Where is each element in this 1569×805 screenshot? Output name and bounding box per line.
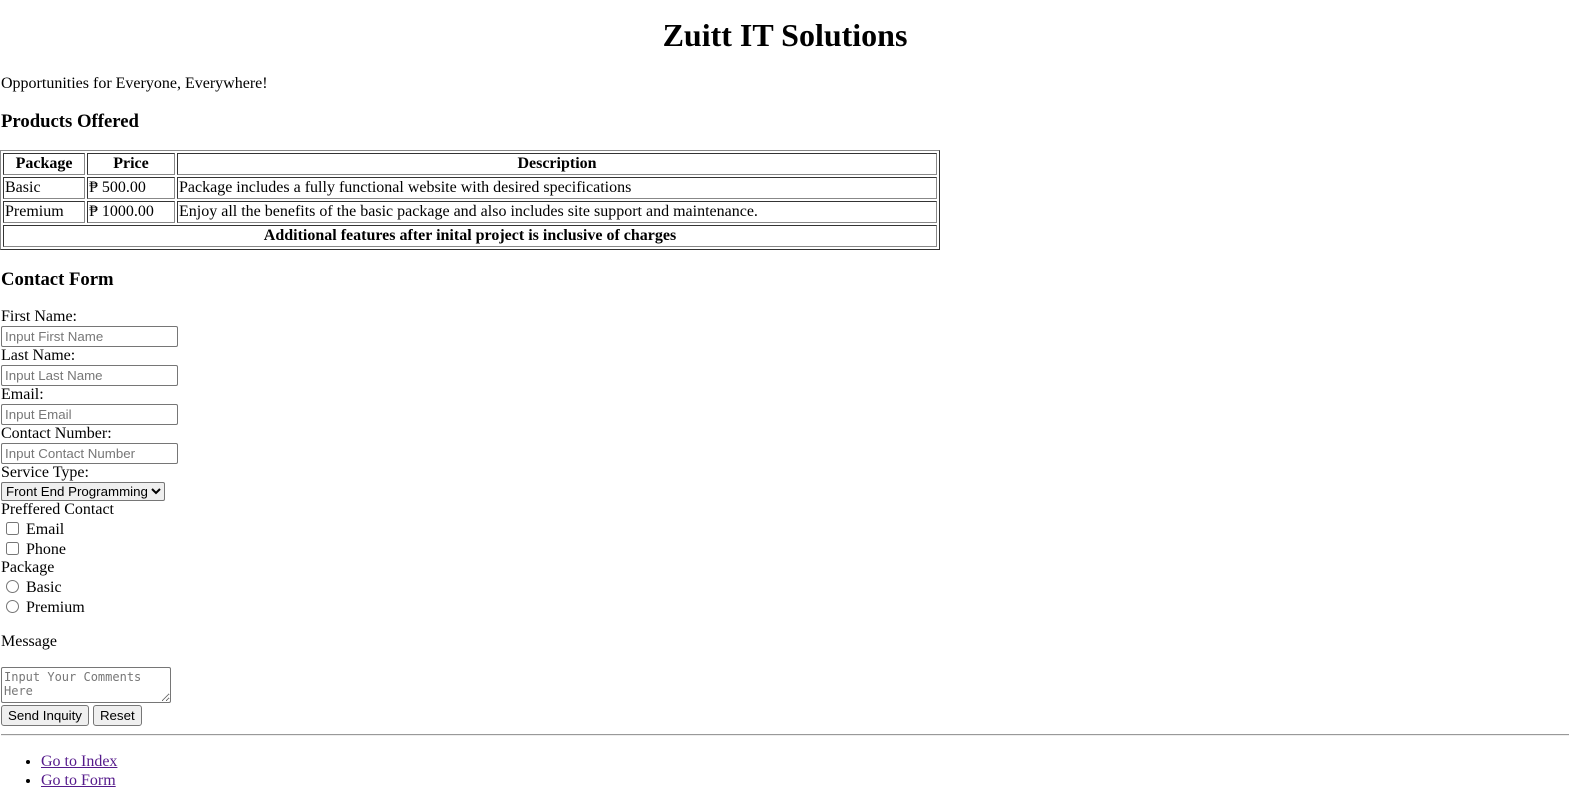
phone-checkbox[interactable] bbox=[6, 542, 19, 555]
contact-number-input[interactable] bbox=[1, 443, 178, 464]
contact-number-label: Contact Number: bbox=[1, 425, 112, 442]
go-to-index-link[interactable]: Go to Index bbox=[41, 753, 117, 770]
service-type-select[interactable]: Front End Programming bbox=[1, 482, 165, 501]
message-label: Message bbox=[1, 633, 57, 650]
table-footer: Additional features after inital project… bbox=[3, 225, 937, 247]
contact-form-heading: Contact Form bbox=[1, 269, 114, 290]
email-input[interactable] bbox=[1, 404, 178, 425]
table-cell: Enjoy all the benefits of the basic pack… bbox=[177, 201, 937, 223]
last-name-label: Last Name: bbox=[1, 347, 76, 364]
last-name-input[interactable] bbox=[1, 365, 178, 386]
column-header: Price bbox=[87, 153, 175, 175]
table-cell: Premium bbox=[3, 201, 85, 223]
nav-links: Go to Index Go to Form bbox=[1, 752, 1569, 790]
basic-radio-label: Basic bbox=[26, 579, 62, 596]
service-type-label: Service Type: bbox=[1, 464, 89, 481]
message-textarea[interactable] bbox=[1, 667, 171, 703]
products-heading: Products Offered bbox=[1, 111, 139, 132]
reset-button[interactable]: Reset bbox=[92, 705, 142, 726]
list-item: Go to Form bbox=[41, 771, 1569, 790]
table-row: Basic ₱ 500.00 Package includes a fully … bbox=[3, 177, 937, 199]
page-title: Zuitt IT Solutions bbox=[662, 17, 908, 53]
table-row: Premium ₱ 1000.00 Enjoy all the benefits… bbox=[3, 201, 937, 223]
table-cell: Basic bbox=[3, 177, 85, 199]
email-checkbox[interactable] bbox=[6, 522, 19, 535]
email-checkbox-label: Email bbox=[26, 521, 65, 538]
contact-form: First Name: Last Name: Email: Contact Nu… bbox=[1, 308, 1569, 726]
first-name-label: First Name: bbox=[1, 308, 77, 325]
table-cell: ₱ 500.00 bbox=[87, 177, 175, 199]
products-table: Package Price Description Basic ₱ 500.00… bbox=[0, 150, 940, 250]
send-inquiry-button[interactable]: Send Inquity bbox=[1, 705, 89, 726]
table-footer-row: Additional features after inital project… bbox=[3, 225, 937, 247]
phone-checkbox-label: Phone bbox=[26, 541, 66, 558]
first-name-input[interactable] bbox=[1, 326, 178, 347]
basic-radio[interactable] bbox=[6, 580, 19, 593]
go-to-form-link[interactable]: Go to Form bbox=[41, 772, 116, 789]
premium-radio-label: Premium bbox=[26, 599, 85, 616]
table-header-row: Package Price Description bbox=[3, 153, 937, 175]
column-header: Description bbox=[177, 153, 937, 175]
table-cell: Package includes a fully functional webs… bbox=[177, 177, 937, 199]
column-header: Package bbox=[3, 153, 85, 175]
list-item: Go to Index bbox=[41, 752, 1569, 771]
divider bbox=[1, 734, 1569, 736]
tagline: Opportunities for Everyone, Everywhere! bbox=[1, 75, 268, 92]
table-cell: ₱ 1000.00 bbox=[87, 201, 175, 223]
package-label: Package bbox=[1, 559, 55, 576]
preferred-contact-label: Preffered Contact bbox=[1, 501, 114, 518]
premium-radio[interactable] bbox=[6, 600, 19, 613]
email-label: Email: bbox=[1, 386, 44, 403]
